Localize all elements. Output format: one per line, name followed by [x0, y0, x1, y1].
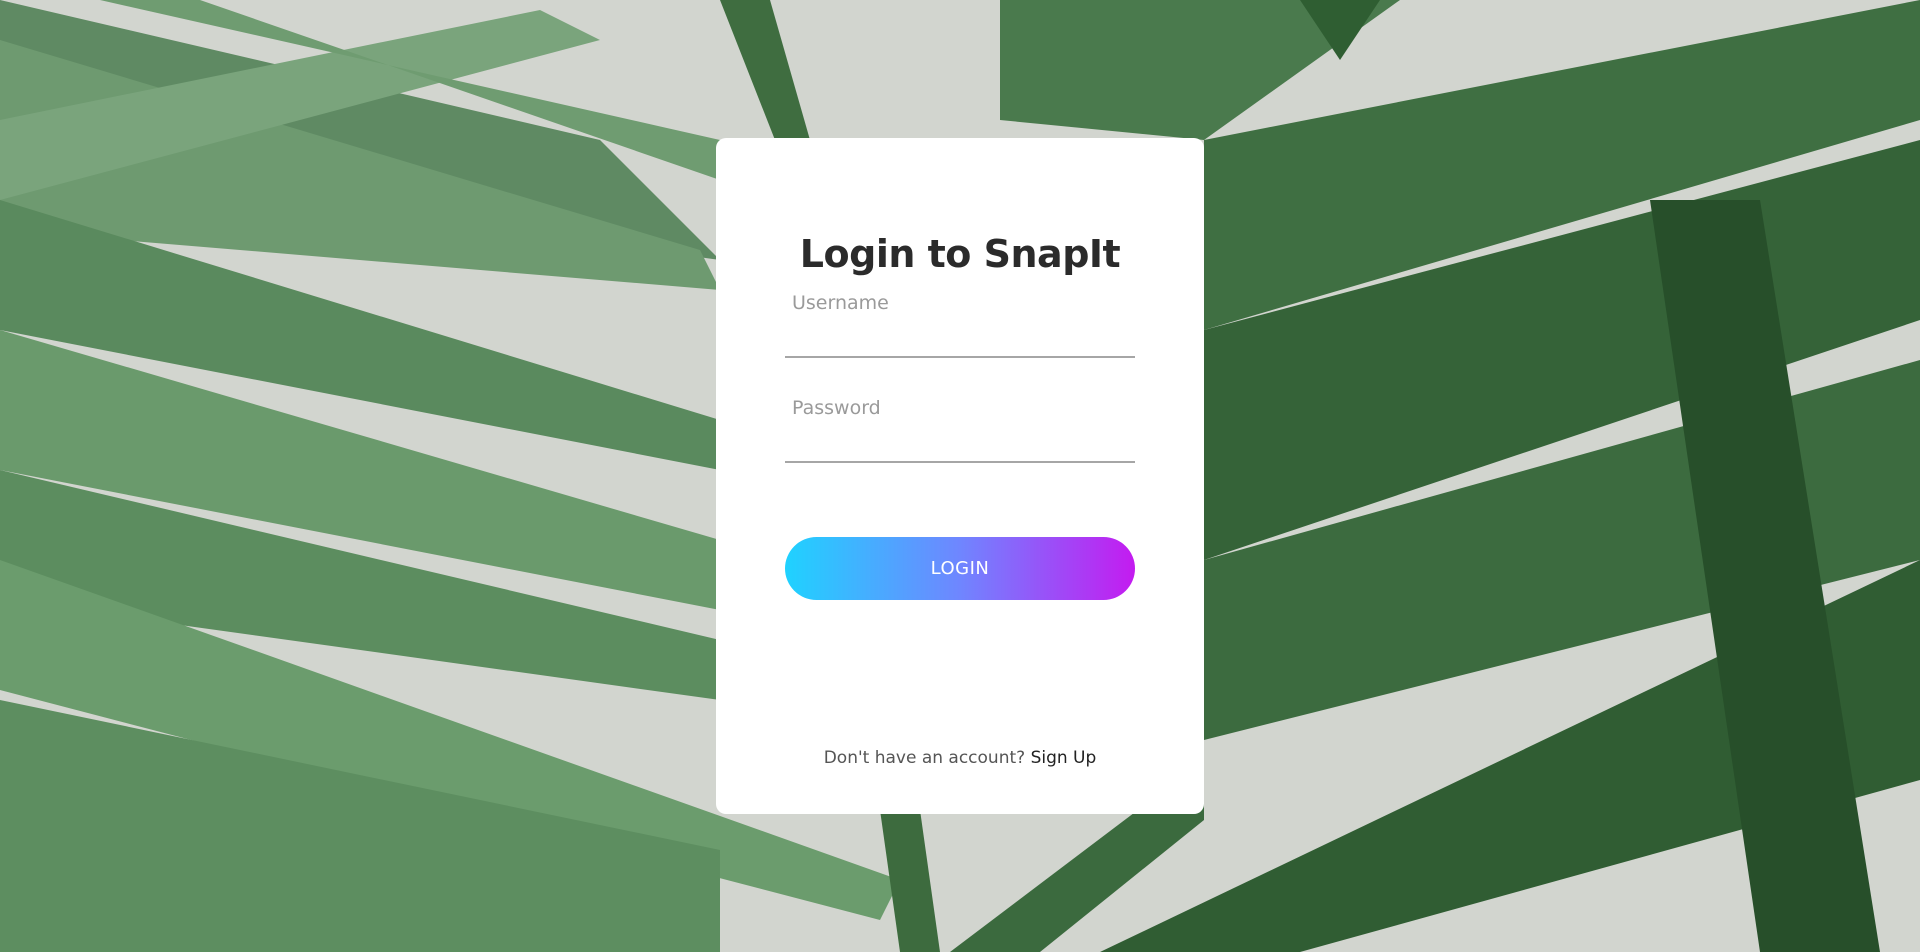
username-input[interactable] — [785, 318, 1135, 354]
username-underline — [785, 356, 1135, 358]
password-field: Password — [785, 393, 1135, 463]
page-title: Login to SnapIt — [799, 232, 1121, 276]
login-button[interactable]: LOGIN — [785, 537, 1135, 600]
signup-prompt: Don't have an account? — [823, 748, 1031, 768]
username-label: Username — [792, 292, 889, 314]
username-field: Username — [785, 288, 1135, 358]
signup-link[interactable]: Sign Up — [1031, 748, 1097, 768]
login-card: Login to SnapIt Username Password LOGIN … — [716, 138, 1204, 814]
password-input[interactable] — [785, 423, 1135, 459]
signup-row: Don't have an account? Sign Up — [716, 748, 1204, 768]
password-underline — [785, 461, 1135, 463]
password-label: Password — [792, 397, 881, 419]
